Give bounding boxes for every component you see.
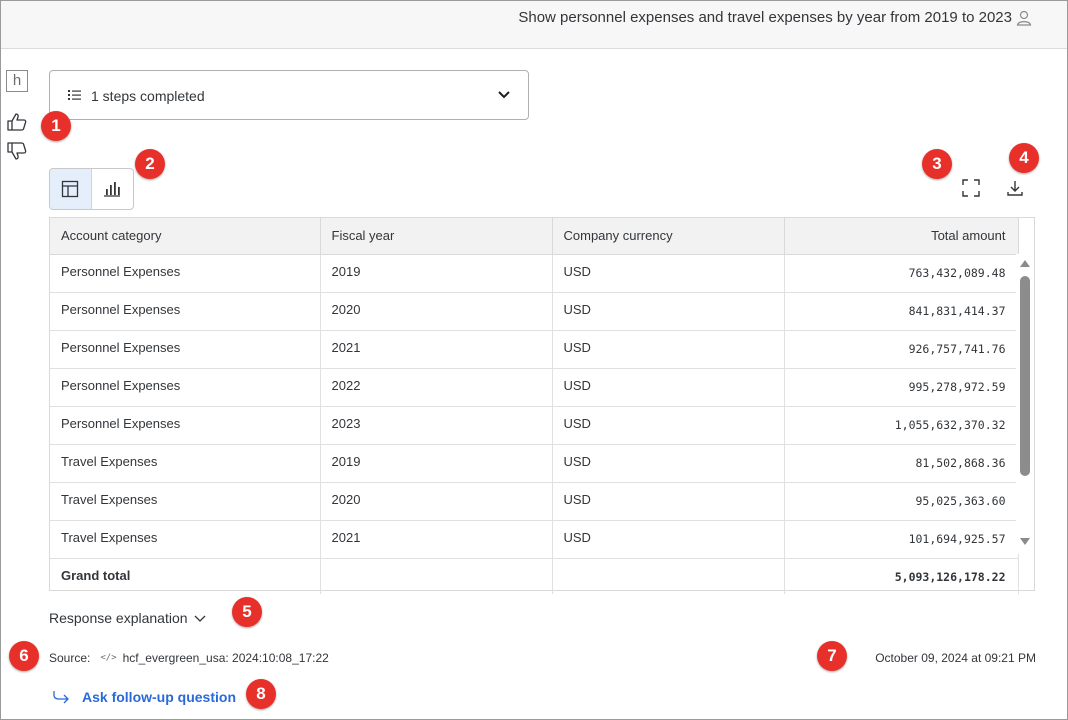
cell-currency: USD: [552, 368, 785, 407]
thumbs-up-icon[interactable]: [6, 112, 28, 132]
cell-total-amount: 81,502,868.36: [784, 444, 1019, 483]
table-view-button[interactable]: [50, 169, 92, 209]
cell-total-amount: 995,278,972.59: [784, 368, 1019, 407]
cell-total-amount: 101,694,925.57: [784, 520, 1019, 559]
table-row: Personnel Expenses 2020 USD 841,831,414.…: [50, 292, 1019, 331]
chevron-down-icon: [498, 91, 510, 99]
thumbs-down-icon[interactable]: [6, 141, 28, 161]
column-header-account-category[interactable]: Account category: [50, 218, 321, 255]
timestamp: October 09, 2024 at 09:21 PM: [875, 651, 1036, 665]
table-view-icon: [62, 180, 79, 198]
cell-account-category: Travel Expenses: [50, 520, 321, 559]
steps-label: 1 steps completed: [91, 88, 205, 104]
annotation-badge: 6: [9, 641, 39, 671]
cell-currency: USD: [552, 520, 785, 559]
top-bar: Show personnel expenses and travel expen…: [1, 1, 1067, 49]
ask-follow-up-label: Ask follow-up question: [82, 689, 236, 705]
chart-view-button[interactable]: [92, 169, 134, 209]
grand-total-row: Grand total 5,093,126,178.22: [50, 558, 1019, 594]
chart-view-icon: [104, 182, 121, 197]
source-info: Source: </> hcf_evergreen_usa: 2024:10:0…: [49, 651, 329, 665]
table-row: Travel Expenses 2020 USD 95,025,363.60: [50, 482, 1019, 521]
cell-total-amount: 763,432,089.48: [784, 254, 1019, 293]
chevron-down-icon: [194, 615, 206, 622]
cell-total-amount: 1,055,632,370.32: [784, 406, 1019, 445]
scroll-down-arrow-icon[interactable]: [1020, 538, 1030, 545]
cell-fiscal-year: 2021: [320, 330, 553, 369]
fullscreen-icon[interactable]: [962, 179, 980, 197]
cell-account-category: Personnel Expenses: [50, 292, 321, 331]
annotation-badge: 3: [922, 149, 952, 179]
grand-total-label: Grand total: [50, 558, 321, 594]
grand-total-empty-cell: [552, 558, 785, 594]
cell-total-amount: 95,025,363.60: [784, 482, 1019, 521]
code-icon: </>: [100, 653, 117, 663]
results-table: Account category Fiscal year Company cur…: [49, 217, 1035, 594]
cell-fiscal-year: 2020: [320, 292, 553, 331]
response-explanation-label: Response explanation: [49, 610, 188, 626]
annotation-badge: 8: [246, 679, 276, 709]
cell-total-amount: 926,757,741.76: [784, 330, 1019, 369]
response-explanation-toggle[interactable]: Response explanation: [49, 610, 206, 626]
scroll-up-arrow-icon[interactable]: [1020, 260, 1030, 267]
table-row: Travel Expenses 2019 USD 81,502,868.36: [50, 444, 1019, 483]
user-icon[interactable]: [1015, 9, 1033, 27]
cell-currency: USD: [552, 406, 785, 445]
table-header-row: Account category Fiscal year Company cur…: [50, 218, 1019, 255]
cell-account-category: Personnel Expenses: [50, 330, 321, 369]
cell-fiscal-year: 2021: [320, 520, 553, 559]
cell-currency: USD: [552, 254, 785, 293]
grand-total-empty-cell: [320, 558, 553, 594]
column-header-company-currency[interactable]: Company currency: [552, 218, 785, 255]
follow-up-arrow-icon: [53, 691, 69, 704]
table-row: Personnel Expenses 2021 USD 926,757,741.…: [50, 330, 1019, 369]
cell-currency: USD: [552, 292, 785, 331]
download-icon[interactable]: [1006, 179, 1024, 197]
cell-account-category: Personnel Expenses: [50, 368, 321, 407]
annotation-badge: 2: [135, 149, 165, 179]
scrollbar-thumb[interactable]: [1020, 276, 1030, 476]
cell-total-amount: 841,831,414.37: [784, 292, 1019, 331]
annotation-badge: 5: [232, 597, 262, 627]
column-header-total-amount[interactable]: Total amount: [784, 218, 1019, 255]
cell-fiscal-year: 2023: [320, 406, 553, 445]
cell-account-category: Travel Expenses: [50, 482, 321, 521]
grand-total-value: 5,093,126,178.22: [784, 558, 1019, 594]
table-row: Travel Expenses 2021 USD 101,694,925.57: [50, 520, 1019, 559]
cell-currency: USD: [552, 444, 785, 483]
table-row: Personnel Expenses 2022 USD 995,278,972.…: [50, 368, 1019, 407]
app-logo: h: [6, 70, 28, 92]
source-label: Source:: [49, 651, 91, 665]
cell-fiscal-year: 2019: [320, 444, 553, 483]
ask-follow-up-button[interactable]: Ask follow-up question: [52, 689, 236, 705]
cell-account-category: Personnel Expenses: [50, 406, 321, 445]
view-toggle: [49, 168, 134, 210]
annotation-badge: 4: [1009, 143, 1039, 173]
cell-currency: USD: [552, 482, 785, 521]
cell-account-category: Travel Expenses: [50, 444, 321, 483]
source-value: hcf_evergreen_usa: 2024:10:08_17:22: [122, 651, 329, 665]
annotation-badge: 7: [817, 641, 847, 671]
table-row: Personnel Expenses 2019 USD 763,432,089.…: [50, 254, 1019, 293]
column-header-fiscal-year[interactable]: Fiscal year: [320, 218, 553, 255]
list-icon: [68, 90, 81, 100]
cell-fiscal-year: 2022: [320, 368, 553, 407]
cell-currency: USD: [552, 330, 785, 369]
cell-fiscal-year: 2020: [320, 482, 553, 521]
annotation-badge: 1: [41, 111, 71, 141]
query-text: Show personnel expenses and travel expen…: [518, 9, 1012, 26]
cell-fiscal-year: 2019: [320, 254, 553, 293]
table-row: Personnel Expenses 2023 USD 1,055,632,37…: [50, 406, 1019, 445]
cell-account-category: Personnel Expenses: [50, 254, 321, 293]
steps-dropdown[interactable]: 1 steps completed: [49, 70, 529, 120]
